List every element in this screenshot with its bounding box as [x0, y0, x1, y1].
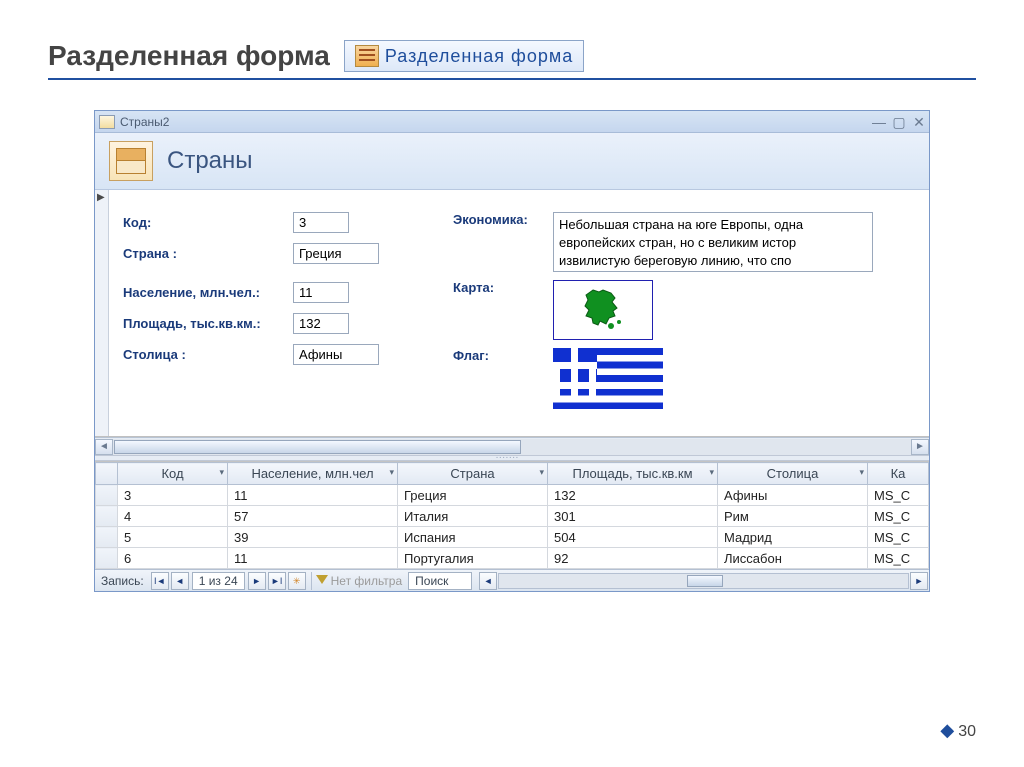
split-handle[interactable]: [95, 455, 929, 461]
cell-area[interactable]: 92: [548, 548, 718, 569]
cell-k[interactable]: MS_C: [868, 485, 929, 506]
row-selector[interactable]: [96, 527, 118, 548]
maximize-button[interactable]: ▢: [889, 115, 909, 129]
row-selector[interactable]: [96, 485, 118, 506]
cell-country[interactable]: Греция: [398, 485, 548, 506]
kod-field[interactable]: 3: [293, 212, 349, 233]
cell-kod[interactable]: 4: [118, 506, 228, 527]
cell-k[interactable]: MS_C: [868, 527, 929, 548]
filter-status[interactable]: Нет фильтра: [331, 574, 403, 588]
cell-k[interactable]: MS_C: [868, 506, 929, 527]
map-field[interactable]: [553, 280, 653, 340]
cell-area[interactable]: 132: [548, 485, 718, 506]
cell-area[interactable]: 301: [548, 506, 718, 527]
scroll-right-button[interactable]: ►: [911, 439, 929, 455]
minimize-button[interactable]: —: [869, 115, 889, 129]
form-header-icon: [109, 141, 153, 181]
record-position[interactable]: 1 из 24: [192, 572, 245, 590]
nav-next-button[interactable]: ►: [248, 572, 266, 590]
ribbon-label: Разделенная форма: [385, 46, 573, 67]
population-field[interactable]: 11: [293, 282, 349, 303]
cell-country[interactable]: Италия: [398, 506, 548, 527]
slide-number: ◆30: [940, 720, 976, 741]
cell-country[interactable]: Испания: [398, 527, 548, 548]
cell-country[interactable]: Португалия: [398, 548, 548, 569]
slide-title: Разделенная форма: [48, 40, 330, 72]
table-row[interactable]: 311Греция132АфиныMS_C: [96, 485, 929, 506]
row-selector-header[interactable]: [96, 463, 118, 485]
col-population[interactable]: Население, млн.чел▾: [228, 463, 398, 485]
form-header-title: Страны: [167, 147, 253, 175]
cell-kod[interactable]: 6: [118, 548, 228, 569]
col-capital[interactable]: Столица▾: [718, 463, 868, 485]
table-row[interactable]: 457Италия301РимMS_C: [96, 506, 929, 527]
form-icon: [99, 115, 115, 129]
datasheet: Код▾ Население, млн.чел▾ Страна▾ Площадь…: [95, 461, 929, 569]
scroll-left-button[interactable]: ◄: [95, 439, 113, 455]
capital-label: Столица :: [123, 347, 293, 362]
population-label: Население, млн.чел.:: [123, 285, 293, 300]
record-selector[interactable]: [95, 190, 109, 436]
flag-label: Флаг:: [453, 348, 553, 363]
ds-scroll-right[interactable]: ►: [910, 572, 928, 590]
economy-field[interactable]: Небольшая страна на юге Европы, одна евр…: [553, 212, 873, 272]
flag-field[interactable]: [553, 348, 663, 410]
datasheet-horizontal-scrollbar[interactable]: ◄ ►: [478, 572, 929, 590]
area-label: Площадь, тыс.кв.км.:: [123, 316, 293, 331]
area-field[interactable]: 132: [293, 313, 349, 334]
col-kod[interactable]: Код▾: [118, 463, 228, 485]
table-row[interactable]: 539Испания504МадридMS_C: [96, 527, 929, 548]
capital-field[interactable]: Афины: [293, 344, 379, 365]
record-label: Запись:: [95, 574, 150, 588]
cell-area[interactable]: 504: [548, 527, 718, 548]
search-input[interactable]: Поиск: [408, 572, 472, 590]
window-title: Страны2: [120, 115, 169, 129]
nav-first-button[interactable]: I◄: [151, 572, 169, 590]
cell-kod[interactable]: 3: [118, 485, 228, 506]
cell-population[interactable]: 11: [228, 548, 398, 569]
cell-capital[interactable]: Мадрид: [718, 527, 868, 548]
nav-new-button[interactable]: ✳: [288, 572, 306, 590]
filter-icon: [316, 575, 328, 587]
col-k[interactable]: Ка: [868, 463, 929, 485]
table-row[interactable]: 611Португалия92ЛиссабонMS_C: [96, 548, 929, 569]
cell-population[interactable]: 11: [228, 485, 398, 506]
col-area[interactable]: Площадь, тыс.кв.км▾: [548, 463, 718, 485]
cell-capital[interactable]: Афины: [718, 485, 868, 506]
row-selector[interactable]: [96, 506, 118, 527]
nav-last-button[interactable]: ►I: [268, 572, 286, 590]
close-button[interactable]: ✕: [909, 115, 929, 129]
ribbon-split-form-button[interactable]: Разделенная форма: [344, 40, 584, 72]
map-label: Карта:: [453, 280, 553, 295]
nav-prev-button[interactable]: ◄: [171, 572, 189, 590]
form-window: Страны2 — ▢ ✕ Страны Код: 3 Страна : Гре…: [94, 110, 930, 592]
split-form-icon: [355, 45, 379, 67]
record-navigator: Запись: I◄ ◄ 1 из 24 ► ►I ✳ Нет фильтра …: [95, 569, 929, 591]
greece-map-icon: [571, 286, 635, 334]
row-selector[interactable]: [96, 548, 118, 569]
cell-kod[interactable]: 5: [118, 527, 228, 548]
cell-capital[interactable]: Рим: [718, 506, 868, 527]
cell-population[interactable]: 57: [228, 506, 398, 527]
cell-capital[interactable]: Лиссабон: [718, 548, 868, 569]
greece-flag-icon: [553, 348, 663, 410]
cell-population[interactable]: 39: [228, 527, 398, 548]
cell-k[interactable]: MS_C: [868, 548, 929, 569]
economy-label: Экономика:: [453, 212, 553, 227]
form-header: Страны: [95, 133, 929, 190]
form-detail: Код: 3 Страна : Греция Население, млн.че…: [95, 190, 929, 437]
datasheet-header-row: Код▾ Население, млн.чел▾ Страна▾ Площадь…: [96, 463, 929, 485]
country-label: Страна :: [123, 246, 293, 261]
titlebar: Страны2 — ▢ ✕: [95, 111, 929, 133]
ds-scroll-left[interactable]: ◄: [479, 572, 497, 590]
kod-label: Код:: [123, 215, 293, 230]
country-field[interactable]: Греция: [293, 243, 379, 264]
col-country[interactable]: Страна▾: [398, 463, 548, 485]
